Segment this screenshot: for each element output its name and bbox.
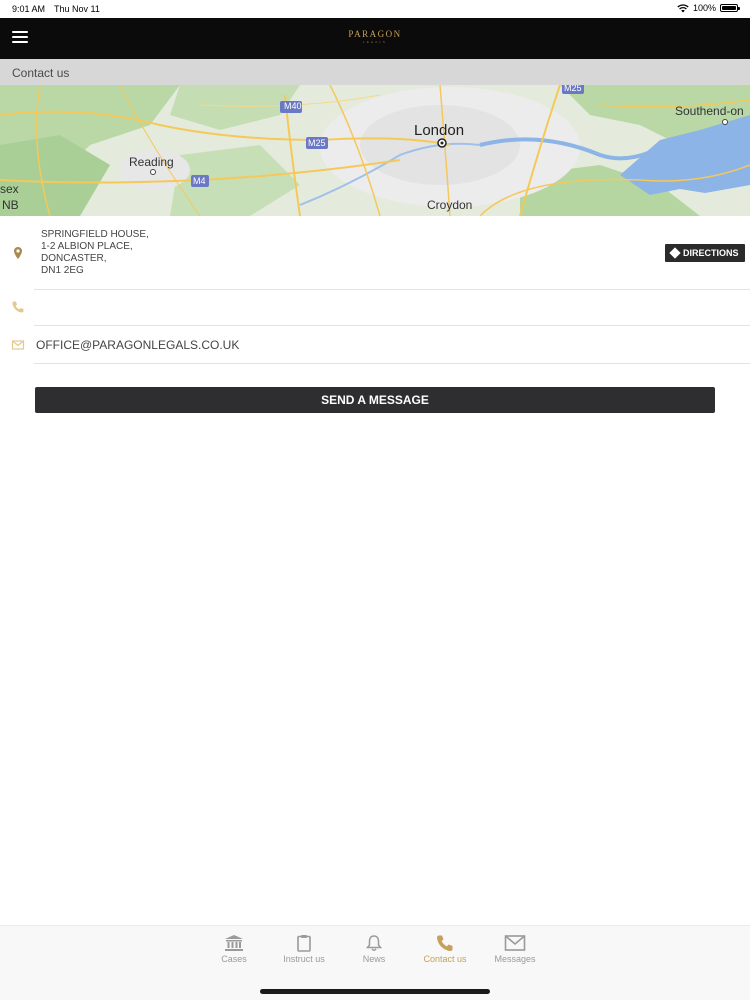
map-label-southend: Southend-on [675, 104, 744, 118]
tab-contact-us[interactable]: Contact us [415, 934, 475, 964]
map-shield-m25: M25 [308, 138, 326, 148]
map-label-nb: NB [2, 198, 19, 212]
address-line-1: SPRINGFIELD HOUSE, [41, 229, 149, 240]
map-graphic [0, 85, 750, 216]
status-bar: 9:01 AM Thu Nov 11 100% [0, 0, 750, 18]
map-shield-m4: M4 [193, 176, 206, 186]
location-map[interactable]: M40 M25 M4 M25 London Reading Croydon So… [0, 85, 750, 216]
map-shield-m25-top: M25 [564, 85, 582, 93]
divider [34, 289, 750, 290]
page-title: Contact us [12, 66, 70, 80]
page-title-bar: Contact us [0, 59, 750, 85]
envelope-icon [504, 935, 526, 951]
nav-bar: PARAGON LEGALS [0, 18, 750, 59]
paragon-logo: PARAGON LEGALS [340, 29, 410, 49]
directions-label: DIRECTIONS [683, 248, 739, 258]
map-label-sex: sex [0, 182, 19, 196]
map-shield-m40: M40 [284, 101, 302, 111]
wifi-icon [677, 3, 689, 12]
tab-label: Messages [494, 954, 536, 964]
home-indicator[interactable] [260, 989, 490, 994]
tab-label: Cases [221, 954, 247, 964]
address-line-2: 1-2 ALBION PLACE, [41, 241, 133, 252]
phone-icon[interactable] [11, 300, 25, 314]
send-message-button[interactable]: SEND A MESSAGE [35, 387, 715, 413]
status-time: 9:01 AM [12, 4, 46, 14]
email-icon [11, 338, 25, 352]
tab-messages[interactable]: Messages [485, 934, 545, 964]
tab-news[interactable]: News [344, 934, 404, 964]
map-label-london: London [414, 122, 465, 139]
logo-subtext: LEGALS [363, 40, 387, 44]
battery-icon [720, 4, 740, 12]
address-block: SPRINGFIELD HOUSE, 1-2 ALBION PLACE, DON… [41, 229, 149, 277]
send-message-label: SEND A MESSAGE [321, 393, 429, 407]
directions-button[interactable]: DIRECTIONS [665, 244, 745, 262]
location-pin-icon [11, 246, 25, 260]
email-link[interactable]: OFFICE@PARAGONLEGALS.CO.UK [36, 338, 239, 352]
status-date: Thu Nov 11 [54, 4, 100, 14]
bell-icon [365, 935, 383, 951]
address-line-4: DN1 2EG [41, 265, 84, 276]
directions-icon [669, 247, 681, 259]
logo-text: PARAGON [348, 29, 402, 39]
map-label-reading: Reading [129, 155, 174, 169]
divider [34, 363, 750, 364]
tab-instruct-us[interactable]: Instruct us [274, 934, 334, 964]
address-line-3: DONCASTER, [41, 253, 107, 264]
tab-label: News [362, 954, 386, 964]
clipboard-icon [297, 935, 311, 952]
divider [34, 325, 750, 326]
tab-cases[interactable]: Cases [204, 934, 264, 964]
map-label-croydon: Croydon [427, 198, 473, 212]
phone-icon [437, 935, 453, 951]
status-right: 100% [677, 3, 740, 13]
tab-label: Instruct us [283, 954, 325, 964]
bank-icon [225, 935, 243, 951]
tab-label: Contact us [423, 954, 467, 964]
battery-percent: 100% [692, 3, 716, 13]
hamburger-menu-icon[interactable] [12, 31, 28, 45]
